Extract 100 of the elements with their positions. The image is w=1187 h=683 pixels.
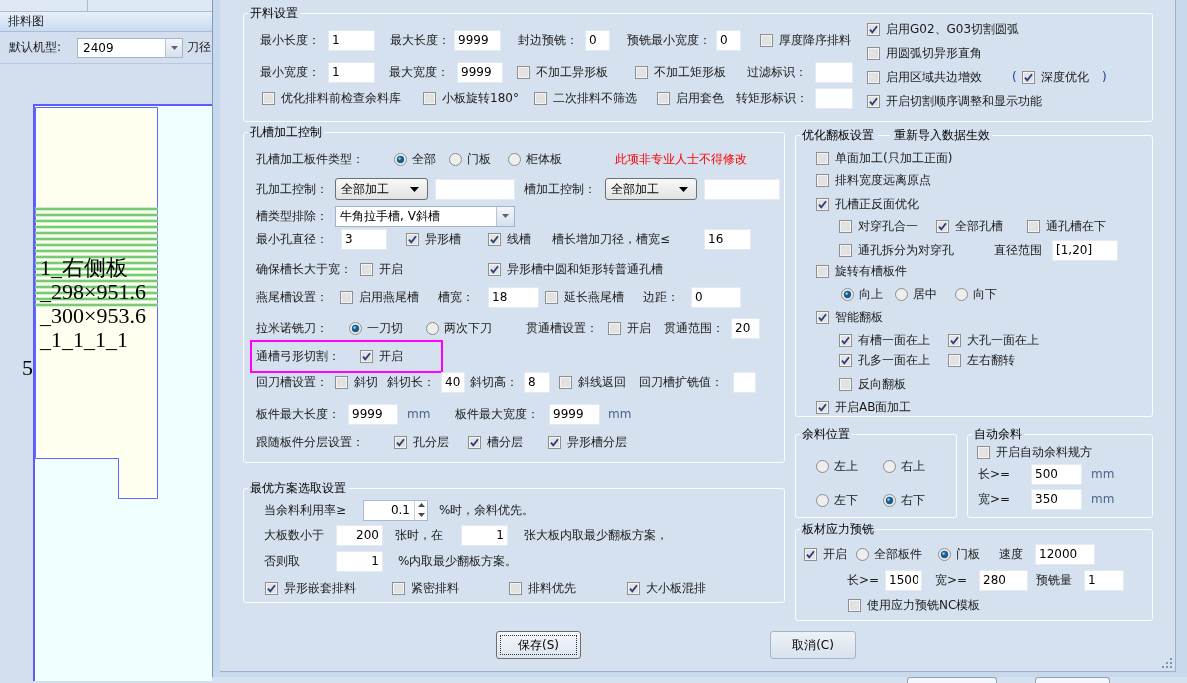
radio-button[interactable] [508, 152, 521, 166]
checkbox-label[interactable]: 排料优先 [528, 581, 576, 595]
text-field[interactable]: 9999 [348, 403, 398, 425]
radio-label[interactable]: 左下 [834, 493, 858, 507]
checkbox[interactable] [262, 91, 275, 105]
checkbox[interactable] [816, 310, 829, 324]
checkbox[interactable] [760, 33, 773, 47]
checkbox[interactable] [816, 400, 829, 414]
checkbox[interactable] [265, 581, 278, 595]
radio-label[interactable]: 右上 [901, 459, 925, 473]
checkbox-label[interactable]: 启用区域共边增效 [886, 70, 982, 84]
spin-down-icon[interactable] [417, 512, 425, 517]
checkbox[interactable] [816, 264, 829, 278]
radio-label[interactable]: 一刀切 [367, 321, 403, 335]
spin-up-icon[interactable] [417, 503, 425, 508]
checkbox-label[interactable]: 孔多一面在上 [858, 353, 930, 367]
radio-label[interactable]: 右下 [901, 493, 925, 507]
text-field[interactable]: 1 [328, 29, 375, 51]
text-field[interactable]: 9999 [454, 29, 501, 51]
radio-button[interactable] [816, 493, 829, 507]
checkbox[interactable] [627, 581, 640, 595]
checkbox[interactable] [545, 290, 558, 304]
text-field[interactable] [733, 371, 756, 393]
checkbox-label[interactable]: 开启自动余料规方 [996, 445, 1092, 459]
text-field[interactable] [435, 178, 515, 200]
checkbox[interactable] [392, 581, 405, 595]
radio-button[interactable] [955, 287, 968, 301]
text-field[interactable]: 350 [1031, 488, 1082, 510]
checkbox-label[interactable]: 深度优化 [1041, 70, 1089, 84]
checkbox[interactable] [608, 321, 621, 335]
checkbox-label[interactable]: 有槽一面在上 [858, 333, 930, 347]
radio-button[interactable] [349, 321, 362, 335]
dialog-button[interactable]: 保存(S) [496, 631, 581, 659]
text-field[interactable]: 9999 [549, 403, 600, 425]
checkbox-label[interactable]: 大小板混排 [646, 581, 706, 595]
text-field[interactable] [704, 178, 780, 200]
checkbox-label[interactable]: 启用燕尾槽 [359, 290, 419, 304]
radio-button[interactable] [856, 547, 869, 561]
radio-label[interactable]: 全部 [412, 152, 436, 166]
checkbox-label[interactable]: 开启 [379, 349, 403, 363]
checkbox-label[interactable]: 异形嵌套排料 [284, 581, 356, 595]
checkbox[interactable] [839, 377, 852, 391]
radio-button[interactable] [426, 321, 439, 335]
dropdown[interactable]: 全部加工 [605, 178, 697, 200]
checkbox-label[interactable]: 反向翻板 [858, 377, 906, 391]
checkbox-label[interactable]: 斜线返回 [578, 375, 626, 389]
text-field[interactable] [815, 87, 853, 109]
text-field[interactable]: 8 [524, 371, 550, 393]
checkbox[interactable] [657, 91, 670, 105]
dropdown-button[interactable] [165, 38, 182, 57]
checkbox-label[interactable]: 启用G02、G03切割圆弧 [886, 22, 1020, 36]
checkbox[interactable] [867, 22, 880, 36]
checkbox[interactable] [839, 333, 852, 347]
radio-button[interactable] [883, 459, 896, 473]
text-field[interactable]: 1500 [885, 569, 922, 591]
checkbox[interactable] [335, 375, 348, 389]
radio-button[interactable] [895, 287, 908, 301]
checkbox-label[interactable]: 异形槽 [425, 232, 461, 246]
checkbox-label[interactable]: 紧密排料 [411, 581, 459, 595]
text-field[interactable]: 9999 [457, 61, 503, 83]
checkbox[interactable] [406, 232, 419, 246]
checkbox[interactable] [1022, 70, 1035, 84]
text-field[interactable]: 3 [341, 228, 387, 250]
checkbox[interactable] [509, 581, 522, 595]
text-field[interactable]: 1 [328, 61, 375, 83]
checkbox-label[interactable]: 使用应力预铣NC模板 [867, 598, 981, 612]
checkbox-label[interactable]: 启用套色 [676, 91, 724, 105]
checkbox-label[interactable]: 异形槽中圆和矩形转普通孔槽 [507, 262, 663, 276]
checkbox-label[interactable]: 优化排料前检查余料库 [281, 91, 401, 105]
checkbox[interactable] [488, 232, 501, 246]
radio-label[interactable]: 向下 [973, 287, 997, 301]
text-field[interactable]: 40 [441, 371, 465, 393]
text-field[interactable]: 0 [691, 286, 741, 308]
text-field[interactable]: 200 [336, 524, 383, 546]
checkbox[interactable] [839, 353, 852, 367]
checkbox-label[interactable]: 大孔一面在上 [967, 333, 1039, 347]
radio-button[interactable] [816, 459, 829, 473]
checkbox-label[interactable]: 开启 [823, 547, 847, 561]
radio-label[interactable]: 柜体板 [526, 152, 562, 166]
text-field[interactable]: 20 [731, 317, 760, 339]
radio-button[interactable] [883, 493, 896, 507]
text-field[interactable]: 0 [585, 29, 610, 51]
text-field[interactable] [815, 61, 853, 83]
checkbox-label[interactable]: 全部孔槽 [955, 219, 1003, 233]
checkbox[interactable] [559, 375, 572, 389]
text-field[interactable]: 500 [1031, 463, 1082, 485]
checkbox-label[interactable]: 异形槽分层 [567, 435, 627, 449]
checkbox[interactable] [340, 290, 353, 304]
radio-label[interactable]: 向上 [859, 287, 883, 301]
text-field[interactable]: [1,20] [1052, 239, 1118, 261]
radio-label[interactable]: 门板 [956, 547, 980, 561]
checkbox-label[interactable]: 不加工矩形板 [654, 65, 726, 79]
radio-button[interactable] [449, 152, 462, 166]
checkbox-label[interactable]: 开启 [379, 262, 403, 276]
checkbox-label[interactable]: 开启切割顺序调整和显示功能 [886, 94, 1042, 108]
checkbox-label[interactable]: 延长燕尾槽 [564, 290, 624, 304]
checkbox[interactable] [816, 197, 829, 211]
radio-button[interactable] [938, 547, 951, 561]
checkbox-label[interactable]: 通孔拆分为对穿孔 [858, 243, 954, 257]
checkbox[interactable] [804, 547, 817, 561]
